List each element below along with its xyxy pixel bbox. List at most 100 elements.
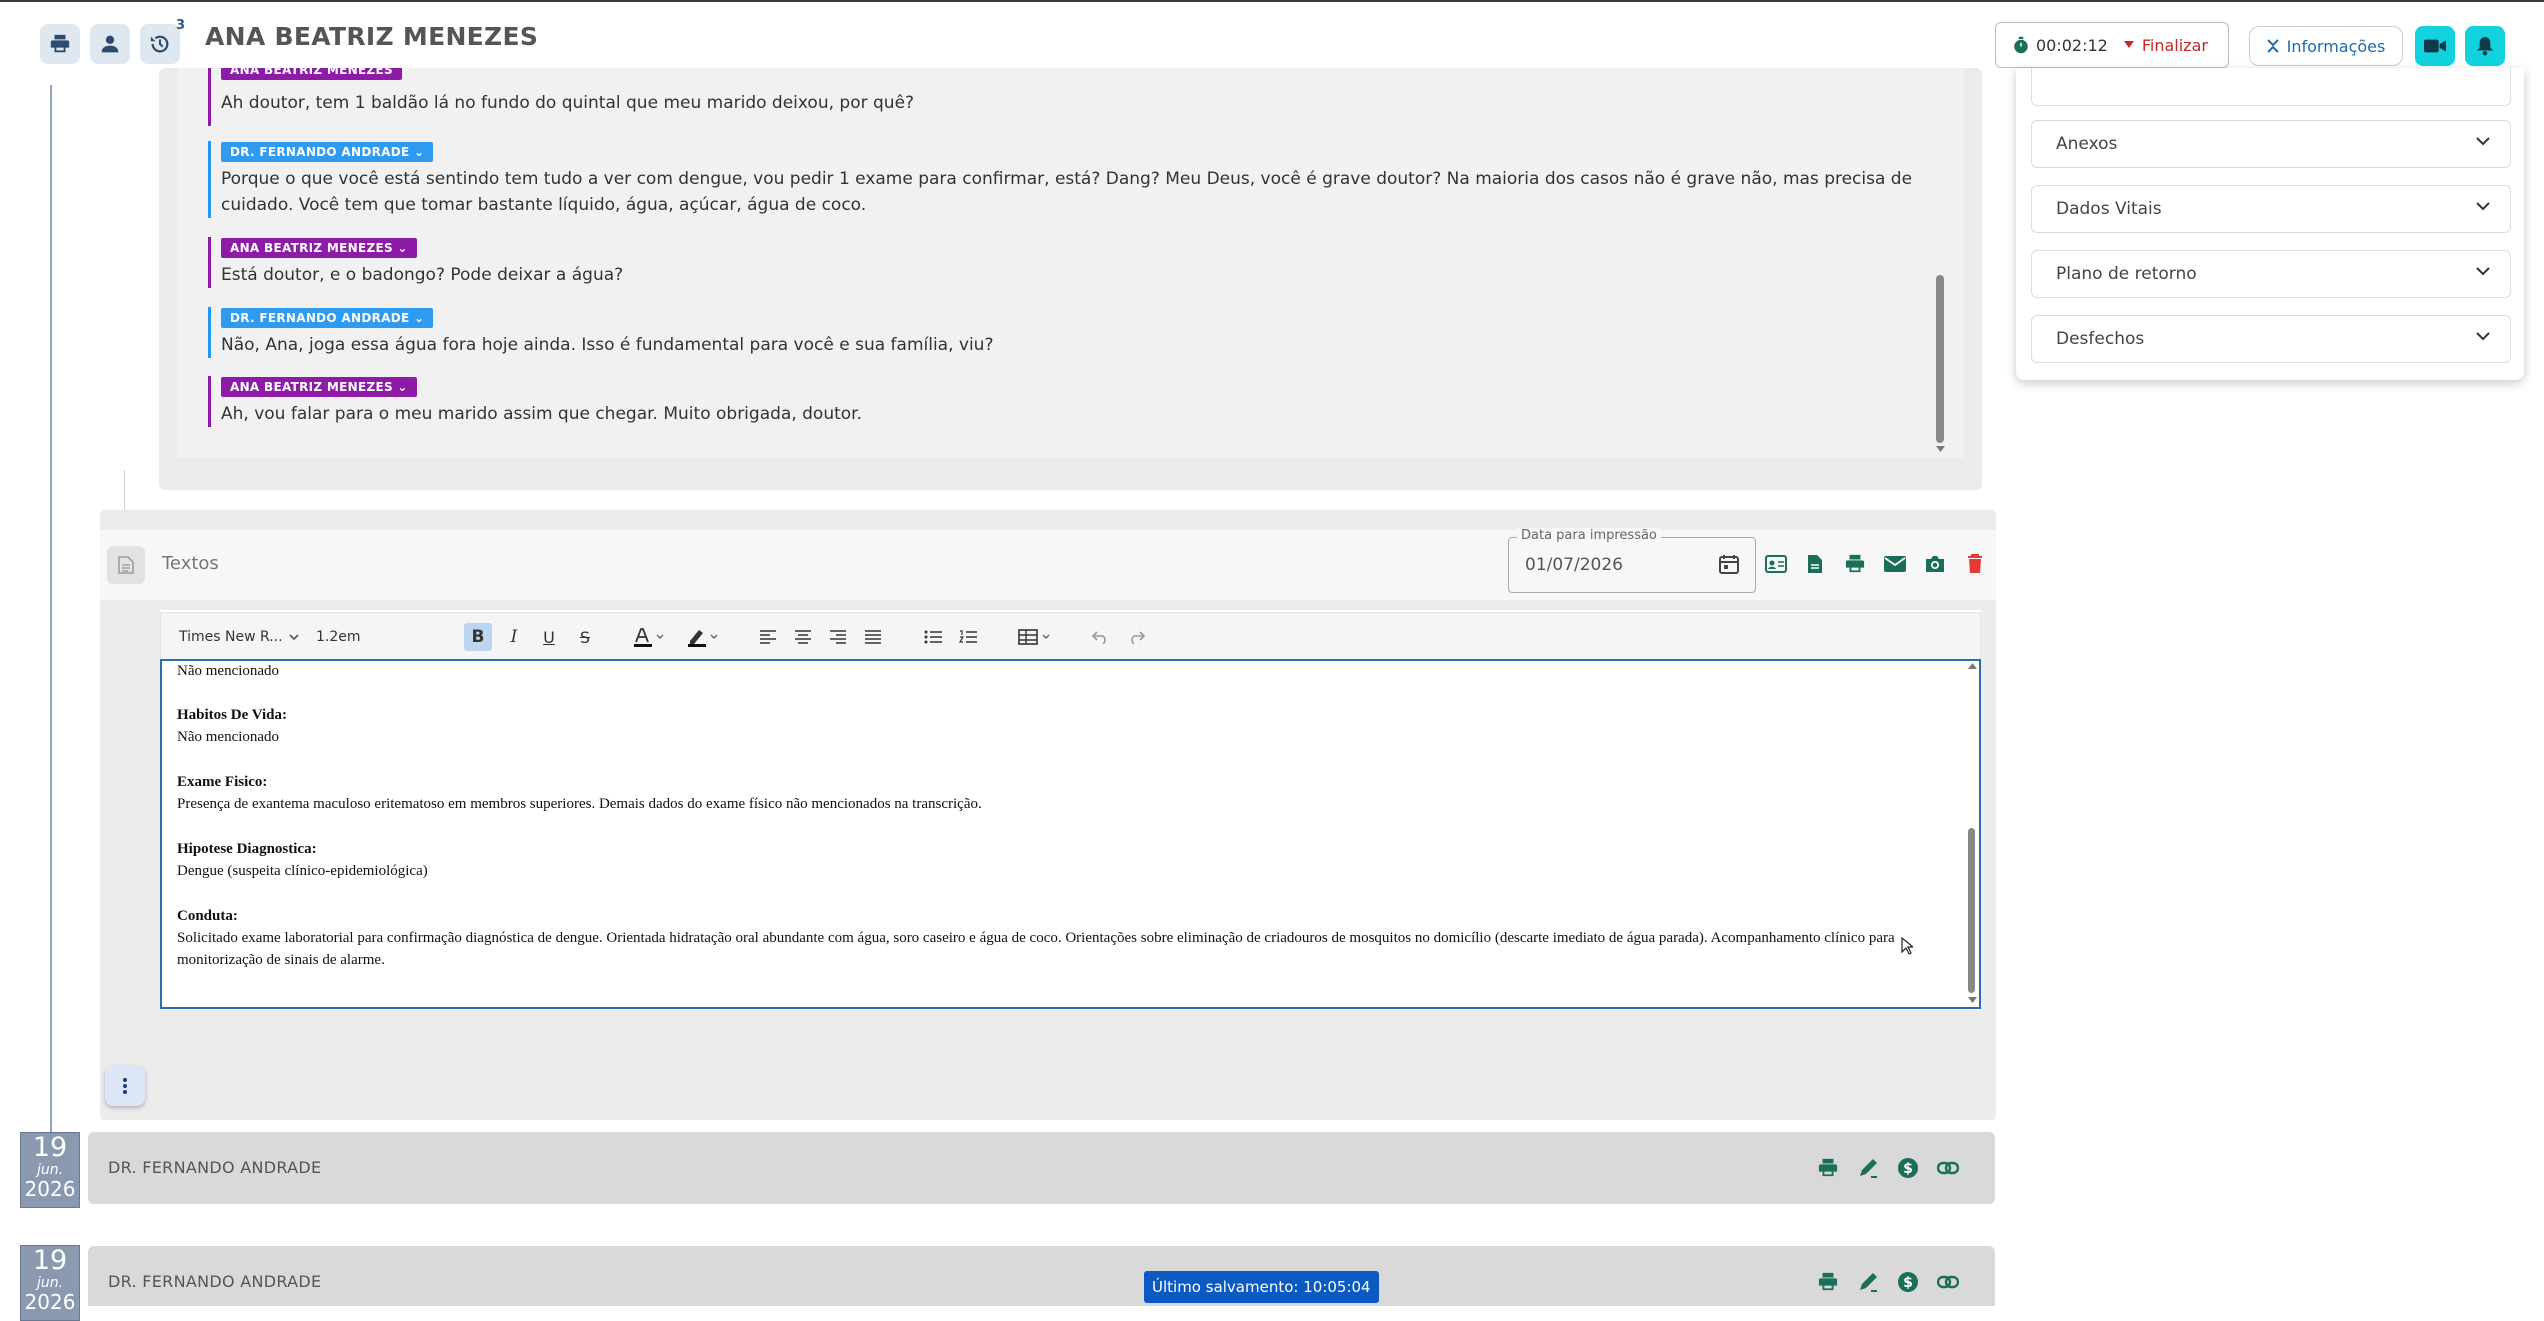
record-month: jun. [36,1162,64,1178]
history-button[interactable]: 3 [140,18,185,64]
scroll-down-arrow-icon[interactable] [1968,997,1977,1004]
record-print-button[interactable] [1816,1156,1840,1180]
record-print-button[interactable] [1816,1270,1840,1294]
person-icon [101,35,119,53]
print-button[interactable] [40,24,80,64]
editor-scrollbar[interactable] [1968,828,1975,993]
caret-down-icon [2123,41,2134,48]
italic-button[interactable]: I [500,623,528,651]
calendar-icon[interactable] [1719,554,1739,574]
font-family-select[interactable]: Times New R... [179,625,303,649]
video-camera-icon [2424,39,2446,53]
history-icon [150,35,169,53]
accordion-desfechos[interactable]: Desfechos [2031,315,2511,363]
chevron-down-icon [2476,137,2490,146]
underline-button[interactable]: U [535,623,563,651]
align-right-button[interactable] [824,623,852,651]
strikethrough-icon: S [579,627,591,647]
video-call-button[interactable] [2415,26,2455,66]
print-date-value[interactable]: 01/07/2026 [1525,555,1623,575]
record-day: 19 [32,1132,68,1163]
camera-icon[interactable] [1924,554,1946,574]
underline-icon: U [543,627,555,647]
redo-icon [1131,631,1146,644]
patient-name: ANA BEATRIZ MENEZES [205,22,539,51]
scroll-up-arrow-icon[interactable] [1968,662,1977,669]
speaker-tag-patient: ANA BEATRIZ MENEZES ⌄ [221,377,417,397]
email-icon[interactable] [1884,556,1906,572]
record-row[interactable]: DR. FERNANDO ANDRADE $ [88,1132,1995,1204]
record-edit-button[interactable] [1856,1270,1880,1294]
vertical-dots-icon [123,1078,127,1094]
chat-scrollbar[interactable] [1936,275,1944,443]
message-text: Porque o que você está sentindo tem tudo… [221,169,1913,215]
textos-title: Textos [162,553,219,574]
print-date-field[interactable]: Data para impressão 01/07/2026 [1508,528,1756,593]
accordion-plano-de-retorno[interactable]: Plano de retorno [2031,250,2511,298]
numbered-list-button[interactable] [954,623,982,651]
record-billing-button[interactable]: $ [1896,1270,1920,1294]
redo-button[interactable] [1123,623,1151,651]
informacoes-button[interactable]: Informações [2249,26,2403,66]
record-date-badge: 19 jun. 2026 [20,1132,80,1208]
dollar-icon: $ [1898,1272,1918,1292]
accordion-anexos[interactable]: Anexos [2031,120,2511,168]
more-options-button[interactable] [105,1066,145,1106]
editor-paragraph: Solicitado exame laboratorial para confi… [177,930,1895,968]
text-color-button[interactable] [627,623,671,651]
printer-icon [50,34,70,53]
speaker-tag-doctor: DR. FERNANDO ANDRADE ⌄ [221,308,434,328]
editor-content[interactable]: Não mencionado Habitos De Vida: Não menc… [160,659,1981,1009]
chat-message: DR. FERNANDO ANDRADE ⌄ Não, Ana, joga es… [208,307,1921,358]
contact-card-icon[interactable] [1765,554,1787,574]
record-doctor-name: DR. FERNANDO ANDRADE [108,1158,322,1177]
patient-profile-button[interactable] [90,24,130,64]
editor-paragraph: Dengue (suspeita clínico-epidemiológica) [177,863,428,879]
bell-icon [2476,37,2494,56]
consultation-timer: 00:02:12 Finalizar [1995,22,2229,68]
align-left-button[interactable] [754,623,782,651]
record-row[interactable]: DR. FERNANDO ANDRADE $ [88,1246,1995,1306]
record-link-button[interactable] [1936,1156,1960,1180]
align-left-icon [760,630,776,644]
align-right-icon [830,630,846,644]
notifications-button[interactable] [2465,26,2505,66]
scroll-down-arrow-icon[interactable] [1936,446,1945,453]
highlight-color-button[interactable] [681,623,725,651]
chevron-down-icon [289,633,299,640]
bullet-list-button[interactable] [919,623,947,651]
record-year: 2026 [24,1290,76,1314]
highlighter-icon [688,630,718,647]
accordion-dados-vitais[interactable]: Dados Vitais [2031,185,2511,233]
bold-button[interactable]: B [464,623,492,651]
record-link-button[interactable] [1936,1270,1960,1294]
timeline-line [50,85,52,1135]
accordion-label: Anexos [2056,134,2118,154]
align-center-icon [795,630,811,644]
editor-line: Não mencionado [177,663,280,679]
chat-message: ANA BEATRIZ MENEZES ⌄ Está doutor, e o b… [208,237,1921,288]
record-day: 19 [32,1245,68,1276]
record-billing-button[interactable]: $ [1896,1156,1920,1180]
align-justify-button[interactable] [859,623,887,651]
strikethrough-button[interactable]: S [571,623,599,651]
stopwatch-icon [2014,36,2028,54]
bold-icon: B [471,627,485,647]
accordion-partial[interactable] [2031,68,2511,106]
printer-icon[interactable] [1844,554,1866,574]
editor-toolbar: Times New R... 1.2em B I U S [160,612,1981,660]
align-justify-icon [865,630,881,644]
table-button[interactable] [1013,623,1057,651]
record-edit-button[interactable] [1856,1156,1880,1180]
printer-icon [1818,1158,1838,1177]
font-size-select[interactable]: 1.2em [316,625,436,649]
align-center-button[interactable] [789,623,817,651]
trash-icon[interactable] [1967,554,1983,574]
finalize-button[interactable]: Finalizar [2123,36,2208,55]
record-year: 2026 [24,1177,76,1201]
link-icon [1937,1161,1959,1175]
file-icon[interactable] [1806,554,1824,574]
speaker-tag-patient: ANA BEATRIZ MENEZES [221,68,402,80]
chat-message: ANA BEATRIZ MENEZES Ah doutor, tem 1 bal… [208,68,1921,126]
undo-button[interactable] [1086,623,1114,651]
